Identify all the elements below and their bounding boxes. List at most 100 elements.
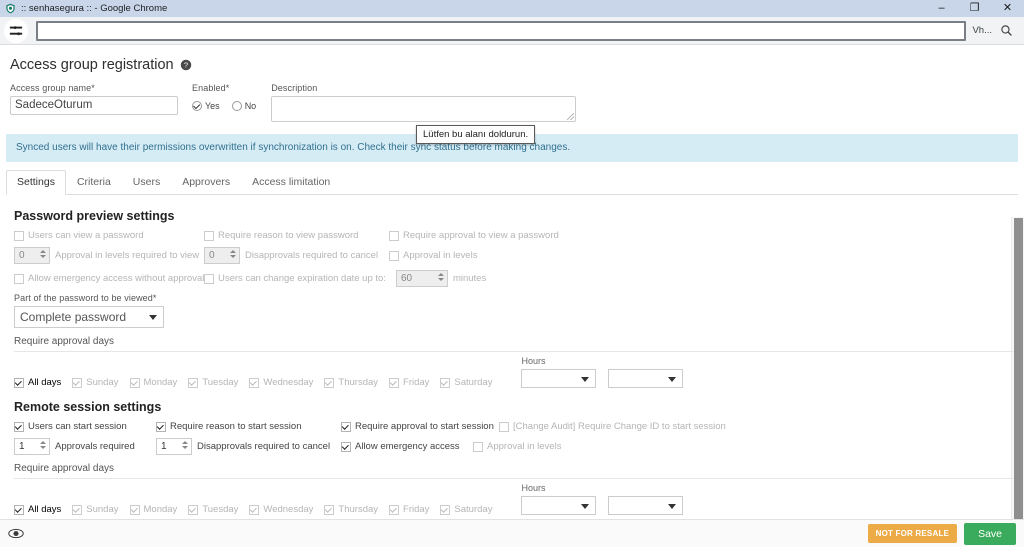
day-wednesday-2[interactable]: Wednesday	[249, 504, 313, 515]
day-monday-checkbox-2[interactable]	[129, 504, 140, 515]
require-reason-start-session-checkbox[interactable]	[156, 421, 166, 432]
approval-in-levels-preview-label: Approval in levels	[403, 250, 478, 261]
day-all-days-1[interactable]: All days	[14, 377, 61, 388]
day-friday-1[interactable]: Friday	[389, 377, 429, 388]
users-can-view-password-checkbox-item[interactable]: Users can view a password	[14, 230, 204, 241]
list-settings-icon[interactable]	[4, 18, 28, 43]
allow-emergency-access-checkbox[interactable]	[341, 441, 351, 452]
approval-in-levels-remote-item[interactable]: Approval in levels	[473, 441, 561, 452]
access-group-name-input[interactable]: SadeceOturum	[10, 96, 178, 115]
remote-session-row-1: Users can start session Require reason t…	[14, 421, 1014, 432]
eye-icon[interactable]	[8, 526, 24, 542]
day-sunday-checkbox-1[interactable]	[72, 377, 83, 388]
tab-approvers[interactable]: Approvers	[171, 170, 241, 195]
save-button[interactable]: Save	[964, 522, 1016, 545]
day-all-days-2[interactable]: All days	[14, 504, 61, 515]
day-thursday-2[interactable]: Thursday	[324, 504, 378, 515]
change-expiration-label: Users can change expiration date up to:	[218, 273, 386, 284]
day-monday-1[interactable]: Monday	[129, 377, 177, 388]
toolbar-right-text: Vh...	[972, 25, 992, 36]
page-title-text: Access group registration	[10, 57, 174, 73]
hour-from-select-1[interactable]	[521, 369, 597, 388]
disapprovals-cancel-remote-stepper[interactable]: 1	[156, 438, 192, 455]
day-saturday-checkbox-1[interactable]	[440, 377, 451, 388]
day-monday-checkbox-1[interactable]	[129, 377, 140, 388]
day-tuesday-2[interactable]: Tuesday	[188, 504, 238, 515]
help-circle-icon[interactable]: ?	[180, 59, 192, 71]
stepper-arrows[interactable]	[40, 250, 46, 258]
maximize-button[interactable]: ❐	[958, 0, 991, 17]
hour-to-select-1[interactable]	[608, 369, 684, 388]
day-thursday-checkbox-1[interactable]	[324, 377, 335, 388]
require-approval-start-session-item[interactable]: Require approval to start session	[341, 421, 499, 432]
day-thursday-checkbox-2[interactable]	[324, 504, 335, 515]
close-button[interactable]: ✕	[991, 0, 1024, 17]
stepper-arrows[interactable]	[40, 441, 46, 449]
allow-emergency-no-approval-item[interactable]: Allow emergency access without approval	[14, 273, 204, 284]
approval-levels-view-stepper[interactable]: 0	[14, 247, 50, 264]
day-saturday-checkbox-2[interactable]	[440, 504, 451, 515]
day-tuesday-checkbox-2[interactable]	[188, 504, 199, 515]
part-of-password-select[interactable]: Complete password	[14, 306, 164, 328]
users-can-start-session-item[interactable]: Users can start session	[14, 421, 156, 432]
tab-settings[interactable]: Settings	[6, 170, 66, 195]
require-reason-view-checkbox-item[interactable]: Require reason to view password	[204, 230, 389, 241]
change-expiration-checkbox[interactable]	[204, 273, 214, 284]
day-all-days-checkbox-2[interactable]	[14, 504, 24, 515]
day-friday-checkbox-1[interactable]	[389, 377, 400, 388]
day-friday-checkbox-2[interactable]	[389, 504, 400, 515]
users-can-view-password-checkbox[interactable]	[14, 230, 24, 241]
approvals-required-stepper[interactable]: 1	[14, 438, 50, 455]
change-expiration-item[interactable]: Users can change expiration date up to:	[204, 273, 386, 284]
day-tuesday-checkbox-1[interactable]	[188, 377, 199, 388]
enabled-no-radio[interactable]	[231, 100, 242, 111]
day-wednesday-checkbox-2[interactable]	[249, 504, 260, 515]
tab-criteria[interactable]: Criteria	[66, 170, 122, 195]
day-wednesday-checkbox-1[interactable]	[249, 377, 260, 388]
allow-emergency-no-approval-checkbox[interactable]	[14, 273, 24, 284]
hour-from-select-2[interactable]	[521, 496, 597, 515]
enabled-yes-radio[interactable]	[192, 100, 202, 111]
minimize-button[interactable]: –	[925, 0, 958, 17]
hour-to-select-2[interactable]	[608, 496, 684, 515]
require-reason-view-checkbox[interactable]	[204, 230, 214, 241]
day-saturday-1[interactable]: Saturday	[440, 377, 492, 388]
require-approval-days-row-1: All days Sunday Monday Tuesday Wednesday…	[14, 356, 1014, 388]
day-all-days-checkbox-1[interactable]	[14, 377, 24, 388]
change-audit-item[interactable]: [Change Audit] Require Change ID to star…	[499, 421, 726, 432]
day-monday-2[interactable]: Monday	[129, 504, 177, 515]
allow-emergency-access-item[interactable]: Allow emergency access	[341, 441, 473, 452]
users-can-start-session-checkbox[interactable]	[14, 421, 24, 432]
change-audit-checkbox[interactable]	[499, 421, 509, 432]
day-sunday-checkbox-2[interactable]	[72, 504, 83, 515]
day-saturday-2[interactable]: Saturday	[440, 504, 492, 515]
approval-in-levels-remote-checkbox[interactable]	[473, 441, 483, 452]
approvals-required-group: 1 Approvals required	[14, 438, 156, 455]
day-friday-2[interactable]: Friday	[389, 504, 429, 515]
expiration-minutes-stepper[interactable]: 60	[395, 270, 448, 287]
tab-access-limitation[interactable]: Access limitation	[241, 170, 341, 195]
require-approval-start-session-checkbox[interactable]	[341, 421, 351, 432]
require-approval-view-checkbox-item[interactable]: Require approval to view a password	[389, 230, 559, 241]
description-textarea[interactable]	[271, 96, 577, 122]
description-field: Description	[271, 83, 577, 122]
magnifier-icon[interactable]	[998, 23, 1014, 39]
stepper-arrows[interactable]	[182, 441, 188, 449]
day-thursday-1[interactable]: Thursday	[324, 377, 378, 388]
require-approval-view-checkbox[interactable]	[389, 230, 399, 241]
day-tuesday-1[interactable]: Tuesday	[188, 377, 238, 388]
approval-in-levels-remote-label: Approval in levels	[487, 441, 562, 452]
day-wednesday-1[interactable]: Wednesday	[249, 377, 313, 388]
day-sunday-2[interactable]: Sunday	[72, 504, 119, 515]
tab-users[interactable]: Users	[122, 170, 171, 195]
approval-in-levels-preview-checkbox[interactable]	[389, 250, 399, 261]
stepper-arrows[interactable]	[230, 250, 236, 258]
disapprovals-cancel-stepper[interactable]: 0	[204, 247, 240, 264]
stepper-arrows[interactable]	[437, 273, 444, 281]
require-reason-start-session-item[interactable]: Require reason to start session	[156, 421, 341, 432]
password-preview-row-2: 0 Approval in levels required to view 0 …	[14, 247, 1014, 264]
remote-session-section-title: Remote session settings	[14, 400, 162, 414]
day-sunday-1[interactable]: Sunday	[72, 377, 119, 388]
address-bar[interactable]	[36, 20, 967, 41]
approval-in-levels-preview-item[interactable]: Approval in levels	[389, 250, 477, 261]
